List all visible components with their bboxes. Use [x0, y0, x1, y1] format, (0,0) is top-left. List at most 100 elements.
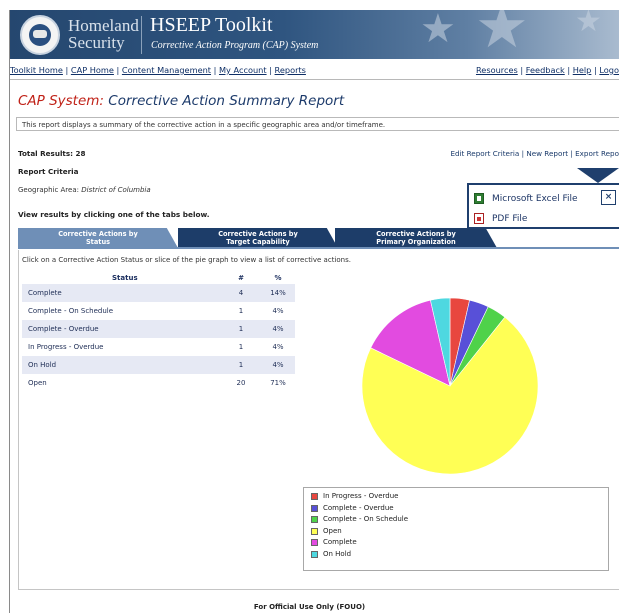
- legend-swatch: [311, 504, 318, 512]
- instruction-text: Click on a Corrective Action Status or s…: [22, 256, 351, 264]
- legend-swatch: [311, 550, 318, 558]
- percent-cell: 14%: [270, 289, 286, 297]
- percent-cell: 4%: [272, 343, 284, 351]
- edit-report-criteria-link[interactable]: Edit Report Criteria: [450, 149, 519, 158]
- geo-label: Geographic Area:: [18, 186, 79, 194]
- tab-by-target-capability[interactable]: Corrective Actions by Target Capability: [178, 228, 338, 248]
- export-pdf-option[interactable]: PDF File: [474, 213, 527, 224]
- status-link[interactable]: On Hold: [28, 356, 56, 374]
- status-link[interactable]: Complete - On Schedule: [28, 302, 113, 320]
- close-icon[interactable]: ×: [601, 190, 616, 205]
- geo-value: District of Columbia: [81, 186, 151, 194]
- report-criteria-heading: Report Criteria: [18, 167, 79, 176]
- view-hint: View results by clicking one of the tabs…: [18, 210, 210, 219]
- org-name-line1: Homeland: [68, 16, 139, 35]
- header-divider: [141, 16, 142, 54]
- percent-cell: 4%: [272, 325, 284, 333]
- total-results: Total Results: 28: [18, 149, 86, 158]
- footer-classification: For Official Use Only (FOUO): [253, 603, 366, 611]
- table-header: Status # %: [22, 272, 295, 284]
- header-percent: %: [274, 274, 282, 282]
- legend-label: On Hold: [323, 549, 352, 558]
- star-icon: ★: [475, 10, 529, 59]
- tab-label-line2: Status: [85, 238, 111, 246]
- top-navigation: Toolkit Home | CAP Home | Content Manage…: [10, 65, 619, 75]
- table-row[interactable]: Open 20 71%: [22, 374, 295, 392]
- page-border: [9, 10, 10, 613]
- export-pdf-label: PDF File: [492, 214, 528, 224]
- tab-label-line1: Corrective Actions by: [58, 230, 138, 238]
- nav-divider: [10, 79, 619, 80]
- export-excel-option[interactable]: Microsoft Excel File: [474, 193, 578, 204]
- table-row[interactable]: Complete - Overdue 1 4%: [22, 320, 295, 338]
- pie-legend: In Progress - Overdue Complete - Overdue C…: [303, 487, 609, 571]
- tab-label-line1: Corrective Actions by: [218, 230, 298, 238]
- count-cell: 4: [238, 289, 244, 297]
- tab-label-line1: Corrective Actions by: [376, 230, 456, 238]
- report-actions: Edit Report Criteria | New Report | Expo…: [450, 149, 619, 158]
- percent-cell: 71%: [270, 379, 286, 387]
- tab-label-line2: Primary Organization: [376, 238, 456, 246]
- nav-help[interactable]: Help: [573, 65, 592, 75]
- legend-item: Complete - Overdue: [304, 503, 608, 515]
- nav-reports[interactable]: Reports: [275, 65, 306, 75]
- popup-pointer: [577, 168, 619, 183]
- export-excel-label: Microsoft Excel File: [492, 194, 578, 204]
- legend-label: In Progress - Overdue: [323, 492, 399, 500]
- page-title-prefix: CAP System:: [18, 93, 104, 109]
- app-subtitle: Corrective Action Program (CAP) System: [151, 40, 319, 51]
- status-link[interactable]: Complete - Overdue: [28, 320, 99, 338]
- legend-item: Complete: [304, 537, 608, 549]
- legend-label: Complete - On Schedule: [323, 515, 409, 524]
- count-cell: 1: [238, 325, 244, 333]
- report-description: This report displays a summary of the co…: [16, 117, 619, 131]
- count-cell: 1: [238, 307, 244, 315]
- legend-item: Open: [304, 526, 608, 538]
- status-table: Status # % Complete 4 14% Complete - On …: [22, 272, 295, 392]
- nav-resources[interactable]: Resources: [476, 65, 518, 75]
- status-link[interactable]: In Progress - Overdue: [28, 338, 103, 356]
- status-pie-chart[interactable]: [360, 296, 540, 476]
- dhs-seal-logo: [20, 15, 60, 55]
- page-title-main: Corrective Action Summary Report: [108, 93, 345, 109]
- nav-logout[interactable]: Logo: [599, 65, 619, 75]
- header-status: Status: [112, 274, 138, 282]
- legend-swatch: [311, 493, 318, 500]
- percent-cell: 4%: [272, 307, 284, 315]
- app-title: HSEEP Toolkit: [150, 14, 273, 36]
- legend-label: Open: [323, 526, 342, 535]
- nav-feedback[interactable]: Feedback: [526, 65, 565, 75]
- count-cell: 20: [236, 379, 246, 387]
- status-link[interactable]: Open: [28, 374, 47, 392]
- org-name-line2: Security: [68, 33, 125, 52]
- tab-by-status[interactable]: Corrective Actions by Status: [18, 228, 178, 248]
- legend-item: Complete - On Schedule: [304, 514, 608, 526]
- status-link[interactable]: Complete: [28, 284, 62, 302]
- pdf-file-icon: [474, 213, 484, 224]
- nav-my-account[interactable]: My Account: [219, 65, 267, 75]
- page-title: CAP System: Corrective Action Summary Re…: [18, 93, 344, 109]
- export-popup: Microsoft Excel File PDF File ×: [467, 183, 619, 229]
- legend-label: Complete - Overdue: [323, 503, 394, 512]
- legend-item: In Progress - Overdue: [304, 491, 608, 503]
- legend-swatch: [311, 527, 318, 535]
- export-report-link[interactable]: Export Repo: [575, 149, 619, 158]
- table-row[interactable]: Complete 4 14%: [22, 284, 295, 302]
- star-icon: ★: [420, 10, 456, 52]
- legend-label: Complete: [323, 538, 357, 547]
- table-row[interactable]: Complete - On Schedule 1 4%: [22, 302, 295, 320]
- nav-content-management[interactable]: Content Management: [122, 65, 211, 75]
- table-row[interactable]: On Hold 1 4%: [22, 356, 295, 374]
- nav-toolkit-home[interactable]: Toolkit Home: [10, 65, 63, 75]
- count-cell: 1: [238, 361, 244, 369]
- table-row[interactable]: In Progress - Overdue 1 4%: [22, 338, 295, 356]
- excel-file-icon: [474, 193, 484, 204]
- legend-swatch: [311, 539, 318, 547]
- nav-cap-home[interactable]: CAP Home: [71, 65, 114, 75]
- count-cell: 1: [238, 343, 244, 351]
- new-report-link[interactable]: New Report: [526, 149, 568, 158]
- tab-label-line2: Target Capability: [226, 238, 290, 246]
- geographic-area: Geographic Area: District of Columbia: [18, 186, 151, 194]
- tab-by-primary-organization[interactable]: Corrective Actions by Primary Organizati…: [335, 228, 497, 248]
- legend-item: On Hold: [304, 549, 608, 561]
